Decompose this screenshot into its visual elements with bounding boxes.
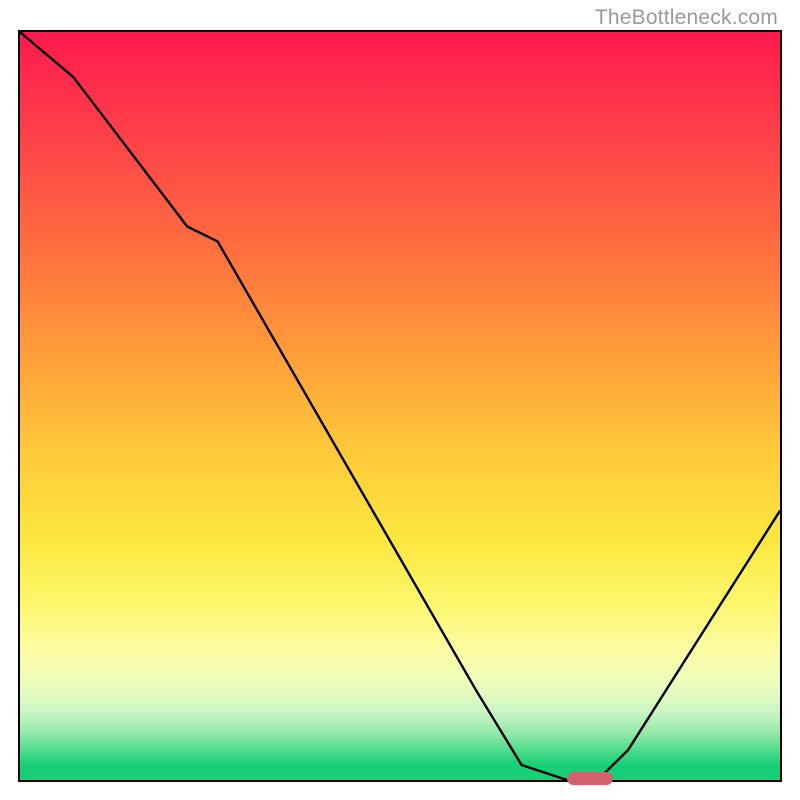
chart-curve xyxy=(20,32,780,780)
optimal-marker xyxy=(567,772,613,785)
watermark-text: TheBottleneck.com xyxy=(595,6,778,30)
chart-frame xyxy=(18,30,782,782)
bottleneck-line xyxy=(20,32,780,780)
